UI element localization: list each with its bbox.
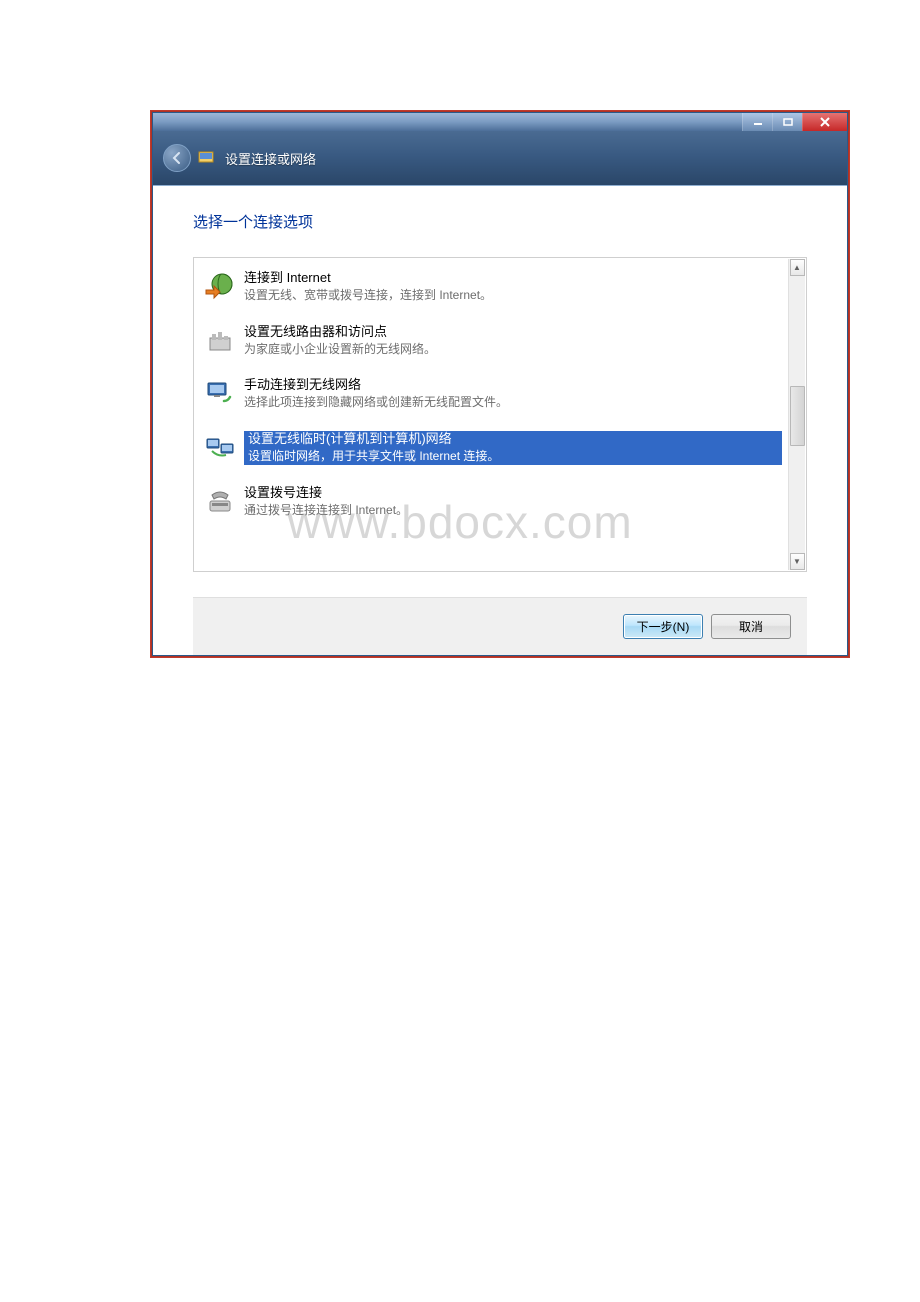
scroll-down-button[interactable]: ▼ [790, 553, 805, 570]
scrollbar[interactable]: ▲ ▼ [788, 259, 805, 570]
option-description: 设置无线、宽带或拨号连接，连接到 Internet。 [244, 287, 782, 304]
close-button[interactable] [802, 113, 847, 131]
scroll-up-button[interactable]: ▲ [790, 259, 805, 276]
option-setup-router[interactable]: 设置无线路由器和访问点 为家庭或小企业设置新的无线网络。 [196, 314, 790, 368]
option-adhoc-network[interactable]: 设置无线临时(计算机到计算机)网络 设置临时网络，用于共享文件或 Interne… [196, 421, 790, 475]
option-title: 设置无线临时(计算机到计算机)网络 [246, 430, 454, 447]
back-arrow-icon [170, 151, 184, 165]
phone-modem-icon [204, 485, 236, 517]
close-icon [820, 117, 830, 127]
option-connect-internet[interactable]: 连接到 Internet 设置无线、宽带或拨号连接，连接到 Internet。 [196, 260, 790, 314]
adhoc-network-icon [204, 431, 236, 463]
page-heading: 选择一个连接选项 [193, 211, 807, 232]
scroll-thumb[interactable] [790, 386, 805, 446]
option-description: 选择此项连接到隐藏网络或创建新无线配置文件。 [244, 394, 782, 411]
option-title: 设置无线路由器和访问点 [244, 324, 782, 341]
option-description: 为家庭或小企业设置新的无线网络。 [244, 341, 782, 358]
option-title: 设置拨号连接 [244, 485, 782, 502]
scroll-track[interactable] [790, 276, 805, 553]
titlebar[interactable] [153, 113, 847, 131]
navigation-bar: 设置连接或网络 [153, 131, 847, 186]
connection-options-list: 连接到 Internet 设置无线、宽带或拨号连接，连接到 Internet。 … [193, 257, 807, 572]
content-area: 选择一个连接选项 连接到 Internet 设置无线、宽带或拨号连接，连接到 I… [153, 186, 847, 655]
cancel-button[interactable]: 取消 [711, 614, 791, 639]
screenshot-frame: 设置连接或网络 选择一个连接选项 连接到 Internet 设置无线、宽带或拨号… [150, 110, 850, 658]
option-title: 手动连接到无线网络 [244, 377, 782, 394]
back-button[interactable] [163, 144, 191, 172]
monitor-wireless-icon [204, 377, 236, 409]
option-description: 通过拨号连接连接到 Internet。 [244, 502, 782, 519]
dialog-window: 设置连接或网络 选择一个连接选项 连接到 Internet 设置无线、宽带或拨号… [152, 112, 848, 656]
minimize-button[interactable] [742, 113, 772, 131]
option-title: 连接到 Internet [244, 270, 782, 287]
globe-arrow-icon [204, 270, 236, 302]
option-manual-wireless[interactable]: 手动连接到无线网络 选择此项连接到隐藏网络或创建新无线配置文件。 [196, 367, 790, 421]
option-description: 设置临时网络，用于共享文件或 Internet 连接。 [246, 448, 501, 464]
network-wizard-icon [197, 149, 215, 167]
next-button[interactable]: 下一步(N) [623, 614, 703, 639]
maximize-icon [783, 118, 793, 126]
dialog-footer: 下一步(N) 取消 [193, 597, 807, 655]
router-icon [204, 324, 236, 356]
maximize-button[interactable] [772, 113, 802, 131]
minimize-icon [753, 118, 763, 126]
window-controls [742, 113, 847, 131]
option-dialup[interactable]: 设置拨号连接 通过拨号连接连接到 Internet。 [196, 475, 790, 529]
window-title: 设置连接或网络 [225, 149, 316, 168]
